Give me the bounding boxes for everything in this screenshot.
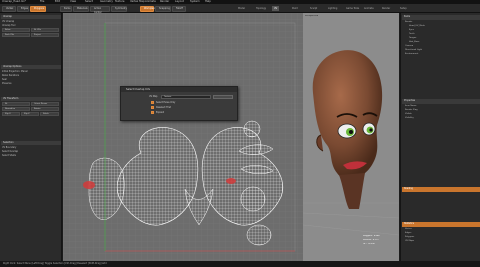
tool-pack-uvs[interactable]: Pack UVs (2, 33, 30, 37)
uv-grid-svg (63, 13, 303, 261)
layout-tab-paint[interactable]: Paint (290, 6, 300, 11)
tool-flip-v[interactable]: Flip V (21, 112, 39, 116)
stats-gl: GL : 12,096 (363, 243, 375, 245)
tool-normalize[interactable]: Normalize (2, 107, 30, 111)
uv-shell-back[interactable] (246, 224, 272, 246)
layout-tab-model[interactable]: Model (236, 6, 247, 11)
select-overlap-dialog[interactable]: Select Overlap UVs UV Map Texture Select… (120, 86, 238, 121)
section-header-unwrap-options: Unwrap Options (1, 65, 61, 69)
prop-item-name[interactable]: Item Name (405, 105, 417, 109)
layout-tab-topology[interactable]: Topology (254, 6, 268, 11)
toolbar-btn-workplane[interactable]: Workplane (140, 5, 156, 12)
checkbox-select-faces-only[interactable] (151, 101, 154, 104)
character-neck (339, 173, 365, 209)
section-header-selection: Selection (1, 141, 61, 145)
item-tongue[interactable]: Tongue (409, 37, 416, 41)
toolbar-btn-items[interactable]: Items (60, 5, 72, 12)
tool-rotate[interactable]: Rotate (31, 107, 59, 111)
left-tool-panel: Unwrap UV Unwrap Unwrap Tool Relax Fit U… (0, 13, 62, 261)
label-deselect-first: Deselect First (156, 106, 171, 109)
layout-tab-setup[interactable]: Setup (398, 6, 409, 11)
stat-edges[interactable]: Edges (405, 232, 411, 236)
item-directional-light[interactable]: Directional Light (405, 49, 422, 53)
opt-preserve[interactable]: Preserve (2, 82, 12, 86)
opt-initial-projection[interactable]: Initial Projection: Planar (2, 70, 28, 74)
toolbar-btn-falloff[interactable]: Falloff (172, 5, 186, 12)
tool-uv-boundary[interactable]: UV Boundary (2, 146, 16, 150)
stats-polys: Polygons : 6,048 (363, 235, 380, 237)
section-header-uv-transform: UV Transform (1, 97, 61, 101)
shading-header[interactable]: Shading (402, 187, 480, 192)
layout-tab-lighting[interactable]: Lighting (326, 6, 339, 11)
toolbar-btn-action-center[interactable]: Action Center (90, 5, 110, 14)
tool-select-shells[interactable]: Select Shells (2, 154, 16, 158)
statistics-header[interactable]: Statistics (402, 222, 480, 227)
properties-header: Properties (402, 99, 480, 104)
toolbar-btn-symmetry[interactable]: Symmetry (111, 5, 127, 12)
perspective-viewport[interactable]: Perspective Polygons : 6,048 Vertices : … (303, 13, 399, 261)
overlap-marker-left (83, 181, 95, 189)
uv-map-select[interactable]: Texture (161, 95, 211, 99)
layout-tab-game-tools[interactable]: Game Tools (344, 6, 361, 11)
tool-fit[interactable]: Fit (2, 102, 30, 106)
layout-tab-animate[interactable]: Animate (362, 6, 376, 11)
toolbar-btn-edges[interactable]: Edges (17, 5, 29, 12)
uv-viewport[interactable]: Select Overlap UVs UV Map Texture Select… (63, 13, 303, 261)
item-eyes[interactable]: Eyes (409, 29, 414, 33)
toolbar-btn-materials[interactable]: Materials (73, 5, 89, 12)
tool-select-overlap[interactable]: Select Overlap (2, 150, 18, 154)
prop-visible[interactable]: Visible (405, 113, 412, 117)
item-environment[interactable]: Environment (405, 53, 418, 57)
opt-seal[interactable]: Seal (2, 78, 7, 82)
label-expand: Expand (156, 111, 165, 114)
stats-verts: Vertices : 6,112 (363, 239, 379, 241)
tool-fit-uvs[interactable]: Fit UVs (31, 28, 59, 32)
tool-stitch[interactable]: Stitch (40, 112, 59, 116)
tool-uv-unwrap[interactable]: UV Unwrap (2, 20, 14, 24)
stat-vertex[interactable]: Vertex (405, 228, 412, 232)
opt-relax-iterations[interactable]: Relax Iterations (2, 74, 19, 78)
stat-uv-maps[interactable]: UV Maps (405, 240, 414, 244)
item-camera[interactable]: Camera (405, 45, 413, 49)
checkbox-expand[interactable] (151, 111, 154, 114)
prop-visibility[interactable]: Visibility (405, 117, 414, 121)
items-header: Items (402, 15, 480, 20)
layout-tab-sculpt[interactable]: Sculpt (308, 6, 319, 11)
dialog-title: Select Overlap UVs (121, 87, 237, 92)
tool-relax[interactable]: Relax (2, 28, 30, 32)
character-ear (316, 134, 324, 152)
toolbar-btn-polygons[interactable]: Polygons (30, 5, 46, 12)
toolbar: Vertex Edges Polygons Items Materials Ac… (0, 4, 480, 14)
uv-shell-eye-top[interactable] (243, 120, 261, 138)
uv-shell-eye-large[interactable] (240, 186, 266, 212)
label-select-faces-only: Select Faces Only (156, 101, 176, 104)
toolbar-btn-snapping[interactable]: Snapping (155, 5, 171, 12)
toolbar-btn-vertex[interactable]: Vertex (2, 5, 16, 12)
checkbox-deselect-first[interactable] (151, 106, 154, 109)
item-head-uv-mesh[interactable]: Head_UV_Mesh (409, 25, 425, 29)
item-hair-base[interactable]: Hair_Base (409, 41, 419, 45)
stat-polygons[interactable]: Polygons (405, 236, 414, 240)
layout-tab-uv[interactable]: UV (272, 6, 280, 11)
dialog-field-label: UV Map (149, 95, 158, 98)
item-render[interactable]: Render (405, 21, 412, 25)
layout-tab-render[interactable]: Render (380, 6, 392, 11)
right-panel: Items Render Head_UV_Mesh Eyes Teeth Ton… (400, 13, 480, 261)
prop-render-flag[interactable]: Render Flag (405, 109, 417, 113)
overlap-marker-right (226, 178, 236, 184)
status-bar: Right Click: Select Menu [Left Drag] Tog… (0, 261, 480, 267)
tool-orient-pieces[interactable]: Orient Pieces (31, 102, 59, 106)
section-header-unwrap: Unwrap (1, 15, 61, 19)
tool-project[interactable]: Project (31, 33, 59, 37)
viewport-label: Perspective (305, 15, 319, 17)
head-render-svg (303, 50, 399, 236)
uv-map-dropdown-button[interactable] (213, 95, 233, 99)
tool-flip-u[interactable]: Flip U (2, 112, 20, 116)
tool-unwrap[interactable]: Unwrap Tool (2, 24, 15, 28)
item-teeth[interactable]: Teeth (409, 33, 415, 37)
